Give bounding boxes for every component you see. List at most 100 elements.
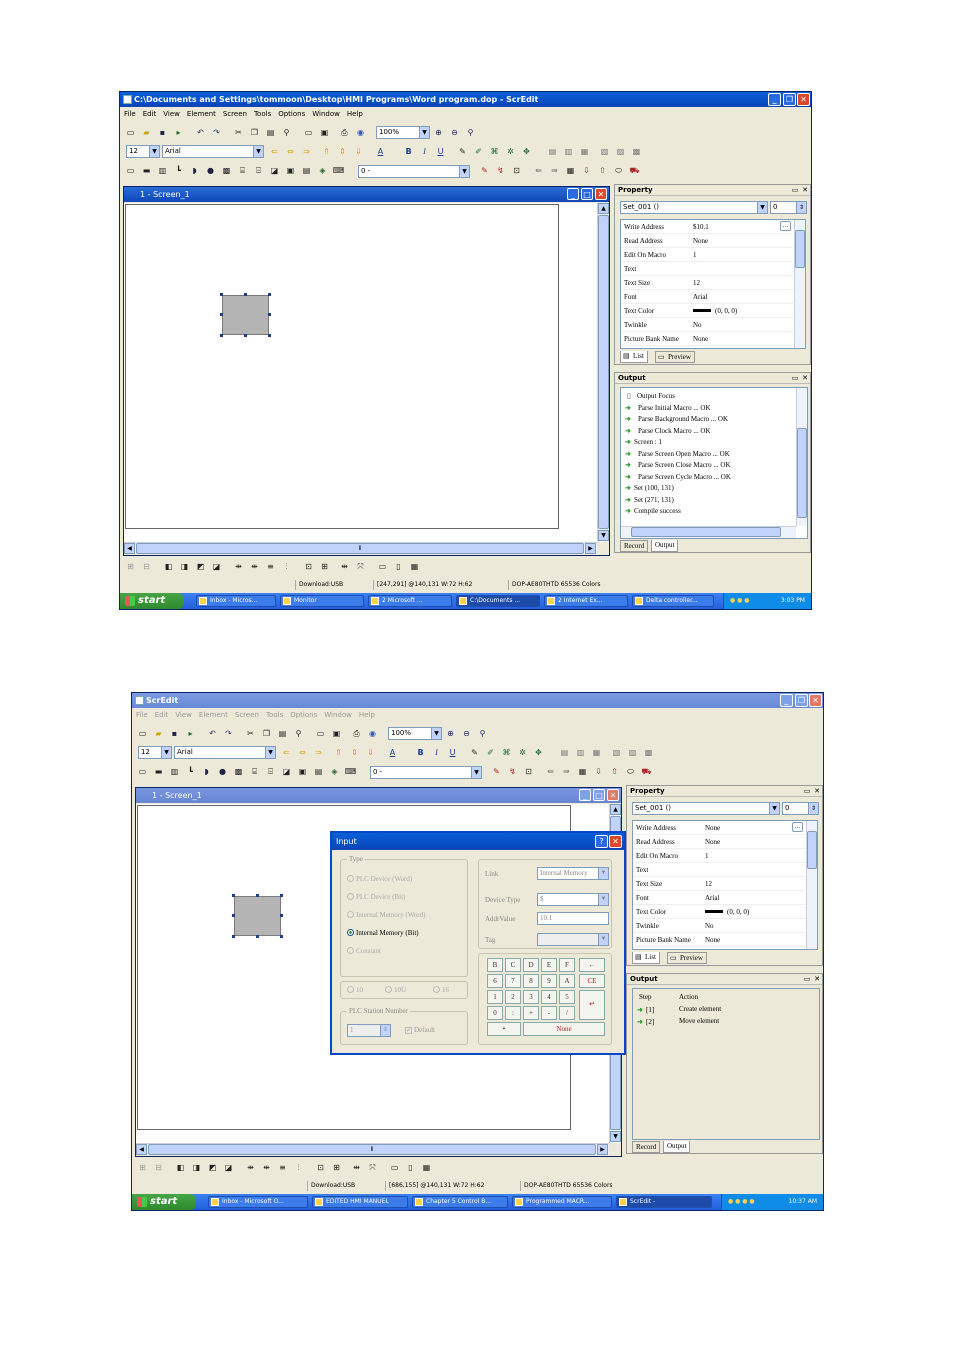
key-7[interactable]: 7 (505, 974, 521, 988)
keypad-element-icon[interactable]: ⌨ (344, 765, 357, 778)
menu-element[interactable]: Element (187, 110, 216, 118)
copy-icon[interactable]: ❐ (260, 727, 273, 740)
align-v-icon[interactable]: ⇺ (248, 560, 261, 573)
font-name-combo[interactable]: Arial ▼ (162, 145, 264, 158)
taskbar-item[interactable]: ScrEdit - (616, 1196, 712, 1208)
simulate-icon[interactable]: ⬭ (624, 765, 637, 778)
align-middle-icon[interactable]: ⇕ (336, 145, 349, 158)
flip-h-icon[interactable]: ⇹ (350, 1161, 363, 1174)
tray-icons[interactable]: ● ● ● ● (728, 1194, 755, 1210)
distribute-v-icon[interactable]: ⫶ (280, 560, 293, 573)
address-icon[interactable]: ✎ (478, 164, 491, 177)
restore-button[interactable]: ❐ (783, 93, 796, 106)
layer-front-icon[interactable]: ▤ (558, 746, 571, 759)
taskbar-item[interactable]: C:\Documents ... (456, 595, 540, 607)
property-row[interactable]: Text (621, 262, 793, 276)
restore-button[interactable]: ❐ (795, 694, 808, 707)
zoom-fit-icon[interactable]: ⚲ (464, 126, 477, 139)
taskbar-item[interactable]: Delta controller... (632, 595, 714, 607)
key-slash[interactable]: / (559, 1006, 575, 1020)
selection-handle[interactable] (232, 894, 235, 897)
link-combo[interactable]: Internal Memory ▼ (537, 867, 609, 880)
scroll-thumb[interactable] (797, 428, 807, 518)
property-scrollbar[interactable] (806, 821, 817, 949)
graphic-element-icon[interactable]: ▩ (232, 765, 245, 778)
selection-handle[interactable] (256, 894, 259, 897)
scroll-thumb[interactable]: ⦀ (148, 1144, 596, 1155)
scroll-right-arrow[interactable]: ▶ (597, 1144, 608, 1155)
scroll-thumb[interactable] (807, 831, 817, 869)
object-combo[interactable]: Set_001 () ▼ (632, 802, 780, 815)
property-row[interactable]: Picture Bank Name None (621, 332, 793, 346)
output-hscroll[interactable] (621, 526, 796, 538)
start-button[interactable]: start (132, 1194, 196, 1210)
radio-base-10u[interactable]: 10U (385, 985, 406, 996)
keypad-element-icon[interactable]: ⌨ (332, 164, 345, 177)
enter-key[interactable]: ↵ (579, 990, 605, 1020)
panel-restore-icon[interactable]: ▭ (791, 186, 799, 194)
menu-element[interactable]: Element (199, 711, 228, 719)
key-none[interactable]: None (523, 1022, 605, 1036)
selection-handle[interactable] (220, 313, 223, 316)
center-h-icon[interactable]: ▭ (388, 1161, 401, 1174)
screen-new-icon[interactable]: ▭ (302, 126, 315, 139)
back-layer-icon[interactable]: ◩ (194, 560, 207, 573)
simulate-icon[interactable]: ⬭ (612, 164, 625, 177)
new-icon[interactable]: ▭ (136, 727, 149, 740)
align-v-icon[interactable]: ⇺ (260, 1161, 273, 1174)
layer-down-icon[interactable]: ▧ (610, 746, 623, 759)
text-color-icon[interactable]: A (374, 145, 387, 158)
selection-handle[interactable] (268, 293, 271, 296)
same-size-icon[interactable]: ⊡ (302, 560, 315, 573)
same-size-icon[interactable]: ⊡ (314, 1161, 327, 1174)
key-0[interactable]: 0 (487, 1006, 503, 1020)
redo-icon[interactable]: ↷ (222, 727, 235, 740)
macro-icon[interactable]: ↯ (506, 765, 519, 778)
rotate-icon[interactable]: ✥ (532, 746, 545, 759)
zoom-combo[interactable]: 100% ▼ (388, 727, 442, 740)
bold-icon[interactable]: B (402, 145, 415, 158)
ellipsis-icon[interactable]: … (780, 221, 791, 231)
scroll-thumb[interactable] (631, 527, 781, 537)
panel-close-icon[interactable]: ✕ (801, 186, 809, 194)
save-as-icon[interactable]: ▸ (184, 727, 197, 740)
zoom-in-icon[interactable]: ⊕ (432, 126, 445, 139)
property-row[interactable]: Text Color (0, 0, 0) (621, 304, 793, 318)
selection-handle[interactable] (244, 293, 247, 296)
italic-icon[interactable]: I (430, 746, 443, 759)
panel-close-icon[interactable]: ✕ (801, 374, 809, 382)
align-left-icon[interactable]: ⇐ (268, 145, 281, 158)
key-c[interactable]: C (505, 958, 521, 972)
lock-icon[interactable]: ▨ (626, 746, 639, 759)
center-v-icon[interactable]: ▯ (404, 1161, 417, 1174)
print-icon[interactable]: ⎙ (350, 727, 363, 740)
property-row[interactable]: Twinkle No (633, 919, 805, 933)
default-checkbox[interactable]: ✓ Default (405, 1026, 435, 1034)
radio-base-10[interactable]: 10 (347, 985, 363, 996)
object-spin[interactable]: 0 ⇕ (782, 802, 819, 815)
key-dot[interactable]: • (487, 1022, 521, 1036)
group-icon[interactable]: ⌘ (488, 145, 501, 158)
addr-input[interactable]: 10.1 (537, 912, 609, 925)
child-close-button[interactable]: ✕ (595, 188, 607, 200)
input-element-icon[interactable]: ⌸ (248, 765, 261, 778)
new-icon[interactable]: ▭ (124, 126, 137, 139)
menu-window[interactable]: Window (324, 711, 352, 719)
distribute-v-icon[interactable]: ⫶ (292, 1161, 305, 1174)
key-plus[interactable]: + (523, 1006, 539, 1020)
center-v-icon[interactable]: ▯ (392, 560, 405, 573)
paste-icon[interactable]: ▤ (264, 126, 277, 139)
property-row[interactable]: Twinkle No (621, 318, 793, 332)
ungroup-icon[interactable]: ✲ (504, 145, 517, 158)
menu-file[interactable]: File (124, 110, 136, 118)
align-h-icon[interactable]: ⇻ (232, 560, 245, 573)
menu-window[interactable]: Window (312, 110, 340, 118)
menu-help[interactable]: Help (359, 711, 375, 719)
radio-plc-bit[interactable]: PLC Device (Bit) (347, 892, 405, 903)
key-colon[interactable]: : (505, 1006, 521, 1020)
font-name-combo[interactable]: Arial ▼ (174, 746, 276, 759)
download-icon[interactable]: ⇩ (592, 765, 605, 778)
col-action[interactable]: Action (679, 993, 698, 1001)
vertical-scrollbar[interactable]: ▲ ▼ (597, 203, 609, 542)
button-element-icon[interactable]: ▭ (136, 765, 149, 778)
